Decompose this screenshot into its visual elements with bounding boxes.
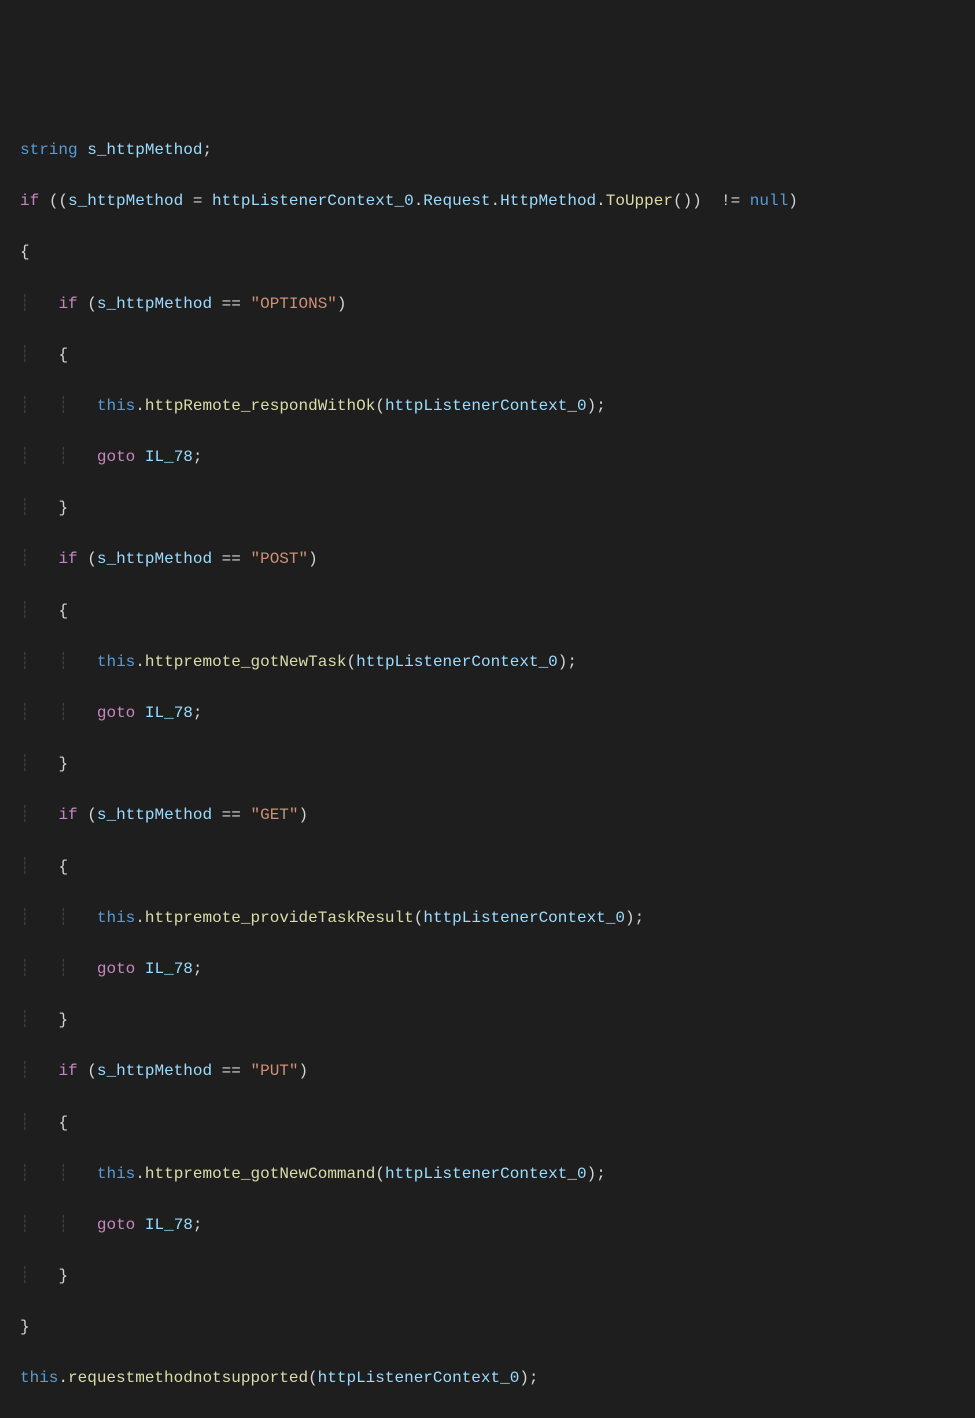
code-line: this.requestmethodnotsupported(httpListe…: [20, 1366, 955, 1392]
code-line: ┊ ┊ goto IL_78;: [20, 1213, 955, 1239]
code-line: ┊ if (s_httpMethod == "POST"): [20, 547, 955, 573]
code-line: ┊ ┊ this.httpremote_provideTaskResult(ht…: [20, 906, 955, 932]
code-line: ┊ {: [20, 855, 955, 881]
string-put: "PUT": [250, 1062, 298, 1080]
method-gotNewCommand: httpremote_gotNewCommand: [145, 1165, 375, 1183]
code-line: ┊ }: [20, 752, 955, 778]
code-line: ┊ }: [20, 496, 955, 522]
code-line: ┊ ┊ this.httpremote_gotNewCommand(httpLi…: [20, 1162, 955, 1188]
code-line: ┊ {: [20, 343, 955, 369]
code-line: if ((s_httpMethod = httpListenerContext_…: [20, 189, 955, 215]
code-line: ┊ ┊ this.httpremote_gotNewTask(httpListe…: [20, 650, 955, 676]
code-line: ┊ {: [20, 599, 955, 625]
code-line: ┊ ┊ this.httpRemote_respondWithOk(httpLi…: [20, 394, 955, 420]
method-requestmethodnotsupported: requestmethodnotsupported: [68, 1369, 308, 1387]
keyword-string: string: [20, 141, 78, 159]
method-provideTaskResult: httpremote_provideTaskResult: [145, 909, 414, 927]
code-editor: string s_httpMethod; if ((s_httpMethod =…: [20, 112, 955, 1417]
code-line: ┊ ┊ goto IL_78;: [20, 701, 955, 727]
keyword-null: null: [750, 192, 788, 210]
code-line: ┊ if (s_httpMethod == "PUT"): [20, 1059, 955, 1085]
keyword-this: this: [97, 397, 135, 415]
code-line: ┊ if (s_httpMethod == "OPTIONS"): [20, 292, 955, 318]
string-options: "OPTIONS": [250, 295, 336, 313]
code-line: ┊ }: [20, 1008, 955, 1034]
string-get: "GET": [250, 806, 298, 824]
code-line: string s_httpMethod;: [20, 138, 955, 164]
code-line: ┊ if (s_httpMethod == "GET"): [20, 803, 955, 829]
var-s_httpMethod: s_httpMethod: [87, 141, 202, 159]
keyword-goto: goto: [97, 448, 135, 466]
code-line: }: [20, 1315, 955, 1341]
label-il78: IL_78: [145, 448, 193, 466]
code-line: ┊ ┊ goto IL_78;: [20, 445, 955, 471]
method-respondWithOk: httpRemote_respondWithOk: [145, 397, 375, 415]
code-line: ┊ {: [20, 1111, 955, 1137]
method-gotNewTask: httpremote_gotNewTask: [145, 653, 347, 671]
code-line: ┊ ┊ goto IL_78;: [20, 957, 955, 983]
code-line: {: [20, 240, 955, 266]
code-line: ┊ }: [20, 1264, 955, 1290]
string-post: "POST": [250, 550, 308, 568]
keyword-if: if: [20, 192, 39, 210]
